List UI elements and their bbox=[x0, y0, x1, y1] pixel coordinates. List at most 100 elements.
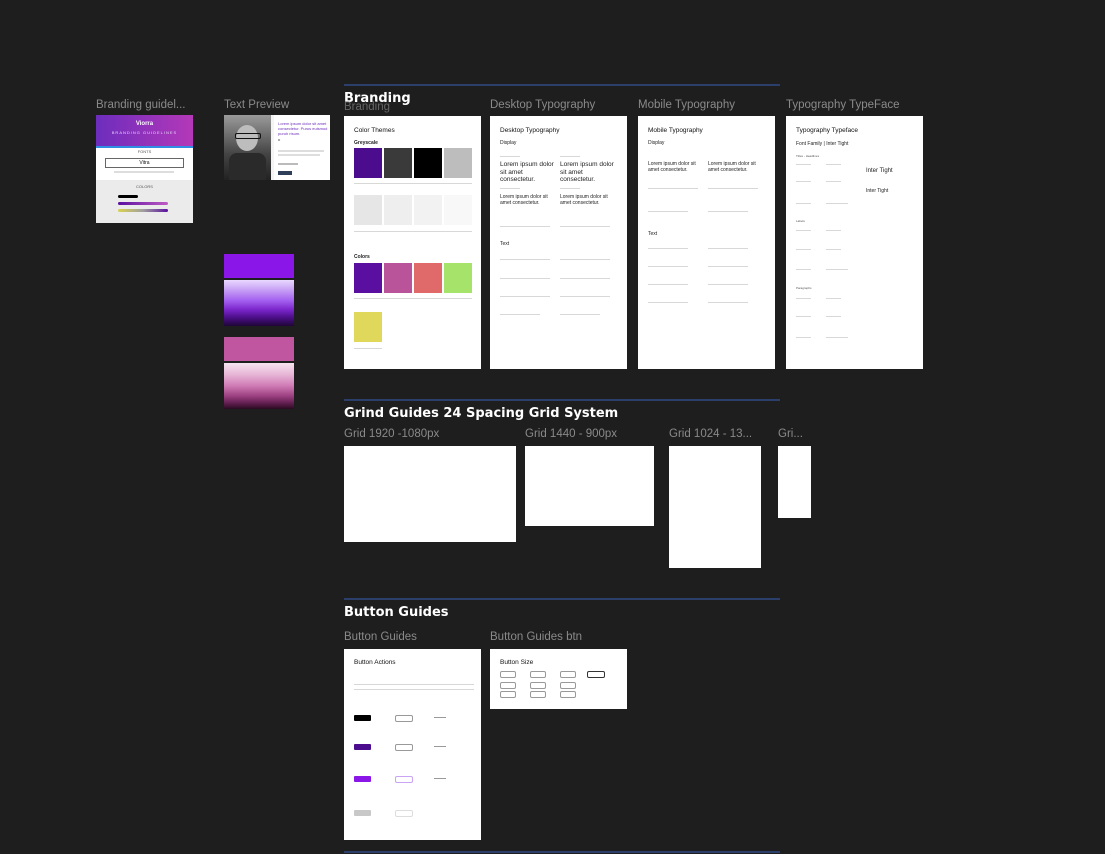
desktop-caption-4 bbox=[560, 188, 580, 189]
button-guides-btn-frame[interactable]: Button Size bbox=[490, 649, 627, 709]
desktop-line-3 bbox=[500, 259, 550, 260]
pink-palette-ramp[interactable] bbox=[224, 363, 294, 409]
brand-header: Viorra BRANDING GUIDELINES bbox=[96, 115, 193, 148]
button-guides-frame[interactable]: Button Actions bbox=[344, 649, 481, 840]
btn-text-sample-2 bbox=[434, 746, 446, 747]
desktop-line-7 bbox=[500, 296, 550, 297]
typeface-paragraphs-heading: Paragraphs bbox=[796, 286, 812, 290]
typeface-line-9 bbox=[796, 249, 811, 250]
frame-label-text-preview[interactable]: Text Preview bbox=[224, 99, 289, 111]
size-btn-1 bbox=[500, 671, 516, 678]
swatch-gray bbox=[444, 148, 472, 178]
mobile-line-2 bbox=[708, 188, 758, 189]
branding-guidelines-frame[interactable]: Viorra BRANDING GUIDELINES FONTS Vitra C… bbox=[96, 115, 193, 223]
swatch-black bbox=[414, 148, 442, 178]
swatch-captions-4 bbox=[354, 348, 382, 349]
desktop-line-2 bbox=[560, 226, 610, 227]
desktop-display-sample-3: Lorem ipsum dolor sit amet consectetur. bbox=[500, 194, 548, 206]
typeface-line-17 bbox=[796, 337, 811, 338]
desktop-line-4 bbox=[560, 259, 610, 260]
button-size-title: Button Size bbox=[500, 659, 534, 666]
desktop-caption-3 bbox=[500, 188, 520, 189]
grid-1440-frame[interactable] bbox=[525, 446, 654, 526]
desktop-caption-1 bbox=[500, 156, 520, 157]
typeface-line-1 bbox=[796, 164, 811, 165]
grid-1024-frame[interactable] bbox=[669, 446, 761, 568]
swatch-green bbox=[444, 263, 472, 293]
colors-heading: Colors bbox=[354, 254, 370, 260]
frame-label-grid-1024[interactable]: Grid 1024 - 13... bbox=[669, 428, 752, 440]
colors-panel: COLORS bbox=[96, 180, 193, 223]
btn-text-sample-3 bbox=[434, 778, 446, 779]
btn-black-sample bbox=[354, 715, 371, 721]
size-btn-7 bbox=[560, 682, 576, 689]
buttons-section-title: Button Guides bbox=[344, 605, 449, 620]
grid-small-frame[interactable] bbox=[778, 446, 811, 518]
size-btn-2 bbox=[530, 671, 546, 678]
desktop-display-sample-1: Lorem ipsum dolor sit amet consectetur. bbox=[500, 161, 554, 183]
branding-section-rule bbox=[344, 84, 780, 86]
typeface-line-13 bbox=[796, 298, 811, 299]
typeface-line-8 bbox=[826, 230, 841, 231]
quote-mark: “ bbox=[278, 139, 281, 146]
desktop-line-6 bbox=[560, 278, 610, 279]
frame-label-desktop-typography[interactable]: Desktop Typography bbox=[490, 99, 595, 111]
frame-label-grid-1920[interactable]: Grid 1920 -1080px bbox=[344, 428, 439, 440]
branding-frame[interactable]: Color Themes Greyscale Colors bbox=[344, 116, 481, 369]
buttons-section-rule bbox=[344, 598, 780, 600]
typeface-line-10 bbox=[826, 249, 841, 250]
desktop-display-sample-4: Lorem ipsum dolor sit amet consectetur. bbox=[560, 194, 608, 206]
frame-label-grid-small[interactable]: Gri... bbox=[778, 428, 803, 440]
swatch-captions-2 bbox=[354, 231, 472, 232]
desktop-caption-2 bbox=[560, 156, 580, 157]
font-sample: Vitra bbox=[105, 158, 184, 168]
grid-section-title: Grind Guides 24 Spacing Grid System bbox=[344, 406, 619, 421]
typeface-sample-2: Inter Tight bbox=[866, 188, 889, 194]
text-preview-frame[interactable]: Lorem ipsum dolor sit amet consectetur. … bbox=[224, 115, 330, 180]
typography-typeface-frame[interactable]: Typography Typeface Font Family | Inter … bbox=[786, 116, 923, 369]
size-btn-9 bbox=[530, 691, 546, 698]
pink-palette-header[interactable] bbox=[224, 337, 294, 361]
frame-label-mobile-typography[interactable]: Mobile Typography bbox=[638, 99, 735, 111]
swatch-yellow bbox=[354, 312, 382, 342]
desktop-line-8 bbox=[560, 296, 610, 297]
portrait-image bbox=[224, 115, 271, 180]
desktop-typography-title: Desktop Typography bbox=[500, 127, 560, 134]
color-bar-black bbox=[118, 195, 138, 198]
swatch-dark-gray bbox=[384, 148, 412, 178]
size-btn-10 bbox=[560, 691, 576, 698]
purple-palette-header[interactable] bbox=[224, 254, 294, 278]
size-btn-6 bbox=[530, 682, 546, 689]
swatch-dark-purple bbox=[354, 148, 382, 178]
btn-outline-sample-3 bbox=[395, 776, 413, 783]
brand-name: Viorra bbox=[135, 121, 154, 127]
frame-label-button-guides-btn[interactable]: Button Guides btn bbox=[490, 631, 582, 643]
frame-label-branding-guidelines[interactable]: Branding guidel... bbox=[96, 99, 186, 111]
swatch-light-gray-4 bbox=[444, 195, 472, 225]
frame-label-grid-1440[interactable]: Grid 1440 - 900px bbox=[525, 428, 617, 440]
frame-label-typography-typeface[interactable]: Typography TypeFace bbox=[786, 99, 900, 111]
typeface-line-7 bbox=[796, 230, 811, 231]
desktop-typography-frame[interactable]: Desktop Typography Display Lorem ipsum d… bbox=[490, 116, 627, 369]
btn-outline-sample-2 bbox=[395, 744, 413, 751]
frame-label-branding[interactable]: Branding bbox=[344, 101, 390, 113]
typeface-labels-heading: Labels bbox=[796, 219, 805, 223]
grid-1920-frame[interactable] bbox=[344, 446, 516, 542]
frame-label-button-guides[interactable]: Button Guides bbox=[344, 631, 417, 643]
desktop-line-9 bbox=[500, 314, 540, 315]
mobile-typography-frame[interactable]: Mobile Typography Display Lorem ipsum do… bbox=[638, 116, 775, 369]
swatch-light-gray-3 bbox=[414, 195, 442, 225]
swatch-light-gray-2 bbox=[384, 195, 412, 225]
typeface-line-5 bbox=[796, 203, 811, 204]
btn-outline-disabled bbox=[395, 810, 413, 817]
desktop-display-heading: Display bbox=[500, 140, 517, 146]
size-btn-4 bbox=[587, 671, 605, 678]
purple-palette-ramp[interactable] bbox=[224, 280, 294, 326]
typeface-line-16 bbox=[826, 316, 841, 317]
font-caption bbox=[114, 171, 174, 173]
swatch-pink bbox=[384, 263, 412, 293]
swatch-light-gray-1 bbox=[354, 195, 382, 225]
mobile-line-9 bbox=[648, 284, 688, 285]
mobile-line-10 bbox=[708, 284, 748, 285]
preview-headline: Lorem ipsum dolor sit amet consectetur. … bbox=[278, 121, 328, 136]
